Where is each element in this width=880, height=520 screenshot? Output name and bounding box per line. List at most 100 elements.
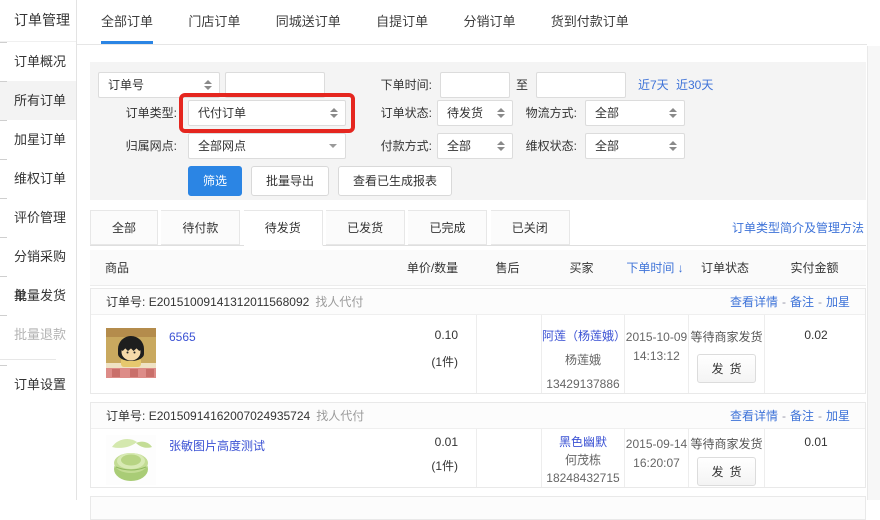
buyer-nickname-link[interactable]: 黑色幽默 [559,435,607,449]
order-time: 14:13:12 [633,349,680,363]
last-30-days-link[interactable]: 近30天 [676,72,713,98]
tab-cod-orders[interactable]: 货到付款订单 [551,0,629,44]
logistics-label: 物流方式: [525,106,577,120]
order-status-cell: 等待商家发货 发货 [688,315,764,393]
order-date: 2015-09-14 [625,437,688,451]
view-reports-button[interactable]: 查看已生成报表 [338,166,453,196]
order-time-cell: 2015-10-09 14:13:12 [624,315,688,393]
paid-amount-cell: 0.02 [764,315,865,393]
ship-button[interactable]: 发货 [697,457,756,486]
tab-distribution-orders[interactable]: 分销订单 [463,0,515,44]
order-date: 2015-10-09 [625,330,688,344]
order-header-links: 查看详情 - 备注 - 加星 [730,403,850,428]
search-type-value: 订单号 [108,78,145,92]
ship-button[interactable]: 发货 [697,354,756,383]
product-image[interactable] [106,328,156,378]
buyer-phone: 18248432715 [546,471,620,485]
col-buyer: 买家 [569,261,594,275]
order-header: 订单号: E20150914162007024935724 找人代付 查看详情 -… [91,403,865,429]
sidebar-item-review-management[interactable]: 评价管理 [0,198,76,237]
date-from-input[interactable] [440,72,510,98]
order-time-cell: 2015-09-14 16:20:07 [624,429,688,487]
order-row: 张敏图片高度测试 0.01 (1件) 黑色幽默 何茂栋 18248432715 … [91,429,865,487]
logistics-select[interactable]: 全部 [585,100,685,126]
buyer-nickname-link[interactable]: 阿莲（杨莲娥） [542,329,626,343]
view-detail-link[interactable]: 查看详情 [730,295,778,309]
orders-table-header: 商品 单价/数量 售后 买家 下单时间 ↓ 订单状态 实付金额 [90,250,866,286]
date-to-input[interactable] [536,72,626,98]
last-7-days-link[interactable]: 近7天 [638,72,669,98]
filter-buttons: 筛选 批量导出 查看已生成报表 [188,166,453,196]
quantity: (1件) [431,459,458,473]
remark-link[interactable]: 备注 [790,409,814,423]
sidebar-divider [0,359,56,360]
order-number-input[interactable] [225,72,325,98]
tab-all-orders[interactable]: 全部订单 [101,0,154,44]
link-separator: - [781,409,786,423]
order-type-help-link[interactable]: 订单类型简介及管理方法 [732,210,864,246]
branch-select[interactable]: 全部网点 [188,133,346,159]
order-status-text: 等待商家发货 [690,330,763,344]
status-tab-closed[interactable]: 已关闭 [490,210,570,245]
order-type-label: 订单类型: [125,106,177,120]
logistics-value: 全部 [595,106,620,120]
rights-status-select[interactable]: 全部 [585,133,685,159]
status-tab-pending-payment[interactable]: 待付款 [161,210,241,245]
sidebar-item-distribution-purchase[interactable]: 分销采购单 [0,237,76,303]
buyer-cell: 黑色幽默 何茂栋 18248432715 [541,429,624,487]
order-status-text: 等待商家发货 [690,437,763,451]
col-order-time-sort[interactable]: 下单时间 ↓ [623,259,687,276]
aftersale-cell [476,315,541,393]
product-image[interactable] [106,435,156,485]
order-status-label: 订单状态: [380,106,432,120]
sidebar-item-order-settings[interactable]: 订单设置 [0,365,76,404]
product-name-link[interactable]: 张敏图片高度测试 [169,437,265,487]
sidebar-item-order-overview[interactable]: 订单概况 [0,42,76,81]
main-content: 订单号 下单时间: 至 近7天 近30天 订单类型: 代付订单 订单状态: 待发… [90,45,866,520]
sidebar-item-batch-refund[interactable]: 批量退款 [0,315,76,354]
product-cell: 6565 [91,315,391,393]
filter-button[interactable]: 筛选 [188,166,243,196]
status-tab-all[interactable]: 全部 [90,210,159,245]
product-name-link[interactable]: 6565 [169,330,196,393]
col-order-time-label: 下单时间 [626,261,675,275]
filter-panel: 订单号 下单时间: 至 近7天 近30天 订单类型: 代付订单 订单状态: 待发… [90,62,866,200]
dropdown-arrow-icon [329,144,337,148]
sidebar: 订单管理 订单概况 所有订单 加星订单 维权订单 评价管理 分销采购单 批量发货… [0,0,77,500]
order-status-value: 待发货 [447,106,484,120]
tab-store-orders[interactable]: 门店订单 [188,0,240,44]
order-type-value: 代付订单 [198,106,247,120]
branch-value: 全部网点 [198,139,247,153]
sidebar-item-all-orders[interactable]: 所有订单 [0,81,76,120]
order-type-select[interactable]: 代付订单 [188,100,346,126]
remark-link[interactable]: 备注 [790,295,814,309]
status-tab-completed[interactable]: 已完成 [408,210,488,245]
select-arrows-icon [669,107,677,119]
sidebar-item-starred-orders[interactable]: 加星订单 [0,120,76,159]
view-detail-link[interactable]: 查看详情 [730,409,778,423]
tab-pickup-orders[interactable]: 自提订单 [376,0,428,44]
batch-export-button[interactable]: 批量导出 [251,166,330,196]
order-header-links: 查看详情 - 备注 - 加星 [730,289,850,314]
sidebar-item-rights-orders[interactable]: 维权订单 [0,159,76,198]
branch-label: 归属网点: [125,139,177,153]
order-id: E20150914162007024935724 [148,409,311,423]
col-product: 商品 [105,261,130,275]
sort-desc-icon: ↓ [677,261,684,275]
star-link[interactable]: 加星 [826,295,850,309]
buyer-cell: 阿莲（杨莲娥） 杨莲娥 13429137886 [541,315,626,393]
payment-label: 付款方式: [380,139,432,153]
status-tab-shipped[interactable]: 已发货 [326,210,406,245]
aftersale-cell [476,429,541,487]
star-link[interactable]: 加星 [826,409,850,423]
status-tab-pending-shipment[interactable]: 待发货 [243,210,323,246]
vertical-scrollbar[interactable] [867,46,880,500]
date-to-label: 至 [515,78,528,92]
sidebar-item-batch-ship[interactable]: 批量发货 [0,276,76,315]
order-time: 16:20:07 [633,456,680,470]
col-paid-amount: 实付金额 [790,261,839,275]
tab-city-delivery-orders[interactable]: 同城送订单 [276,0,341,44]
search-type-select[interactable]: 订单号 [98,72,220,98]
order-id: E20151009141312011568092 [148,295,310,309]
order-pay-for-tag: 找人代付 [316,409,365,423]
